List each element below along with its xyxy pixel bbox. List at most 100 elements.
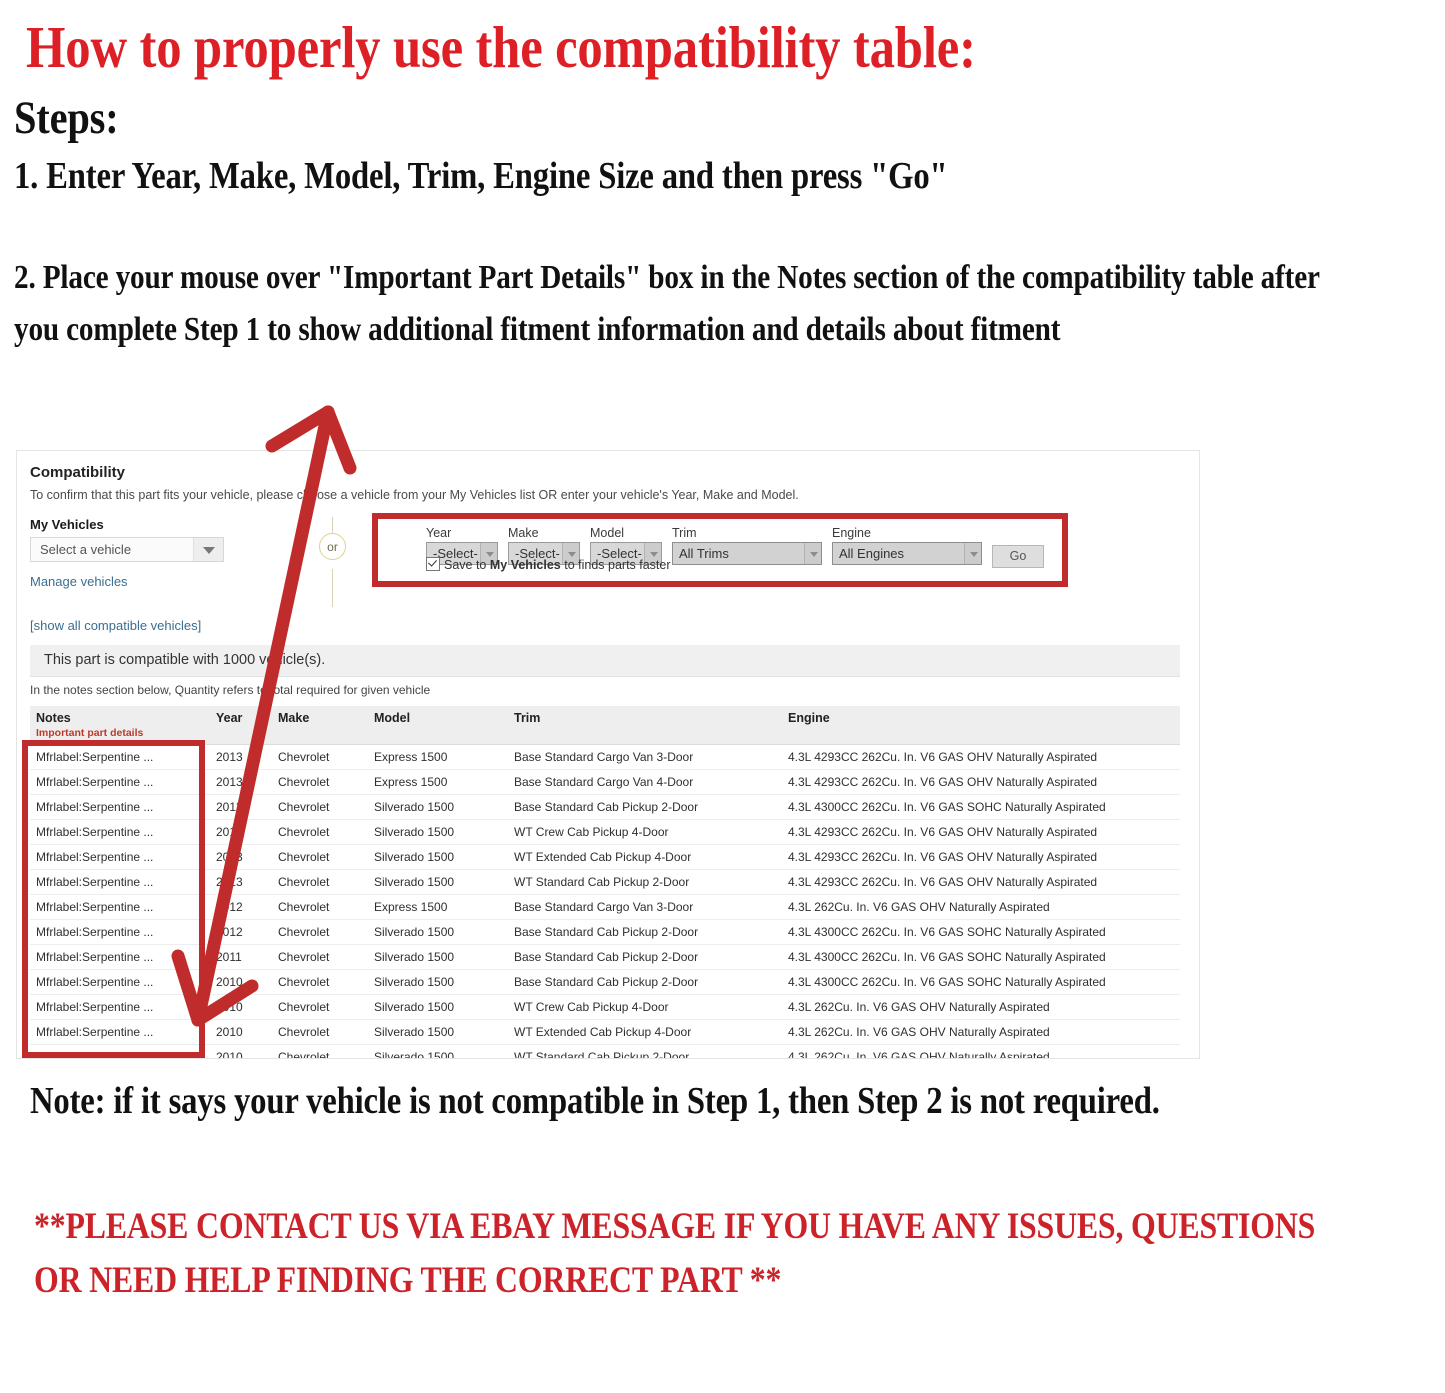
notes-cell[interactable]: Mfrlabel:Serpentine ... — [30, 944, 210, 970]
table-row: Mfrlabel:Serpentine ... 2013 Chevrolet Expr… — [30, 744, 1180, 770]
go-button[interactable]: Go — [992, 545, 1044, 568]
step-1-text: 1. Enter Year, Make, Model, Trim, Engine… — [14, 155, 948, 197]
make-cell: Chevrolet — [272, 1044, 368, 1058]
make-cell: Chevrolet — [272, 994, 368, 1020]
table-row: Mfrlabel:Serpentine ... 2010 Chevrolet Silv… — [30, 1044, 1180, 1058]
model-cell: Silverado 1500 — [368, 1019, 508, 1045]
engine-cell: 4.3L 4293CC 262Cu. In. V6 GAS OHV Natura… — [782, 869, 1180, 895]
chevron-down-icon — [804, 543, 821, 564]
model-cell: Silverado 1500 — [368, 919, 508, 945]
make-cell: Chevrolet — [272, 969, 368, 995]
engine-cell: 4.3L 4300CC 262Cu. In. V6 GAS SOHC Natur… — [782, 944, 1180, 970]
trim-field: Trim All Trims — [672, 526, 822, 565]
engine-cell: 4.3L 262Cu. In. V6 GAS OHV Naturally Asp… — [782, 994, 1180, 1020]
engine-cell: 4.3L 262Cu. In. V6 GAS OHV Naturally Asp… — [782, 894, 1180, 920]
notes-cell[interactable]: Mfrlabel:Serpentine ... — [30, 919, 210, 945]
model-cell: Silverado 1500 — [368, 1044, 508, 1058]
model-label: Model — [590, 526, 625, 540]
year-cell: 2013 — [210, 744, 272, 770]
trim-cell: WT Crew Cab Pickup 4-Door — [508, 819, 782, 845]
year-cell: 2010 — [210, 969, 272, 995]
engine-select[interactable]: All Engines — [832, 542, 982, 565]
year-cell: 2012 — [210, 919, 272, 945]
notes-cell[interactable]: Mfrlabel:Serpentine ... — [30, 819, 210, 845]
header-notes: Notes Important part details — [30, 706, 210, 745]
make-cell: Chevrolet — [272, 1019, 368, 1045]
trim-label: Trim — [672, 526, 697, 540]
year-cell: 2010 — [210, 994, 272, 1020]
notes-cell[interactable]: Mfrlabel:Serpentine ... — [30, 769, 210, 795]
table-row: Mfrlabel:Serpentine ... 2012 Chevrolet Expr… — [30, 894, 1180, 920]
save-to-my-vehicles-checkbox[interactable] — [426, 557, 440, 571]
make-cell: Chevrolet — [272, 869, 368, 895]
year-cell: 2010 — [210, 1044, 272, 1058]
save-to-my-vehicles-row[interactable]: Save to My Vehicles to finds parts faste… — [426, 557, 671, 572]
vehicle-select-dropdown[interactable]: Select a vehicle — [30, 537, 224, 562]
fitment-table: Notes Important part details Year Make M… — [30, 706, 1180, 1058]
compatibility-heading: Compatibility — [30, 464, 126, 481]
or-divider-label: or — [319, 533, 346, 560]
trim-select-value: All Trims — [679, 546, 729, 561]
compatible-count-text: This part is compatible with 1000 vehicl… — [44, 652, 326, 668]
compatible-count-banner: This part is compatible with 1000 vehicl… — [30, 645, 1180, 677]
vehicle-finder-form: Year -Select- Make -Select- Model -Selec… — [372, 513, 1068, 587]
or-divider: or — [312, 517, 354, 607]
show-all-compatible-vehicles-link[interactable]: [show all compatible vehicles] — [30, 618, 201, 633]
notes-cell[interactable]: Mfrlabel:Serpentine ... — [30, 794, 210, 820]
save-bold-text: My Vehicles — [489, 558, 561, 572]
year-cell: 2013 — [210, 794, 272, 820]
chevron-down-icon — [964, 543, 981, 564]
header-trim: Trim — [508, 706, 782, 745]
vehicle-select-value: Select a vehicle — [40, 542, 132, 557]
compatibility-panel: Compatibility To confirm that this part … — [16, 450, 1200, 1059]
year-cell: 2012 — [210, 894, 272, 920]
header-make: Make — [272, 706, 368, 745]
table-row: Mfrlabel:Serpentine ... 2010 Chevrolet Silv… — [30, 1019, 1180, 1045]
model-cell: Silverado 1500 — [368, 794, 508, 820]
notes-cell[interactable]: Mfrlabel:Serpentine ... — [30, 894, 210, 920]
trim-cell: WT Standard Cab Pickup 2-Door — [508, 1044, 782, 1058]
trim-select[interactable]: All Trims — [672, 542, 822, 565]
header-notes-sublabel: Important part details — [36, 727, 144, 739]
header-model: Model — [368, 706, 508, 745]
trim-cell: Base Standard Cargo Van 4-Door — [508, 769, 782, 795]
notes-cell[interactable]: Mfrlabel:Serpentine ... — [30, 744, 210, 770]
notes-cell[interactable]: Mfrlabel:Serpentine ... — [30, 1044, 210, 1058]
model-cell: Silverado 1500 — [368, 969, 508, 995]
table-row: Mfrlabel:Serpentine ... 2011 Chevrolet Silv… — [30, 944, 1180, 970]
engine-cell: 4.3L 4300CC 262Cu. In. V6 GAS SOHC Natur… — [782, 969, 1180, 995]
manage-vehicles-link[interactable]: Manage vehicles — [30, 574, 128, 589]
engine-cell: 4.3L 4300CC 262Cu. In. V6 GAS SOHC Natur… — [782, 794, 1180, 820]
year-cell: 2013 — [210, 869, 272, 895]
notes-cell[interactable]: Mfrlabel:Serpentine ... — [30, 994, 210, 1020]
table-header-row: Notes Important part details Year Make M… — [30, 706, 1180, 745]
model-cell: Silverado 1500 — [368, 994, 508, 1020]
trim-cell: Base Standard Cargo Van 3-Door — [508, 744, 782, 770]
trim-cell: WT Standard Cab Pickup 2-Door — [508, 869, 782, 895]
table-row: Mfrlabel:Serpentine ... 2013 Chevrolet Silv… — [30, 869, 1180, 895]
make-cell: Chevrolet — [272, 794, 368, 820]
table-row: Mfrlabel:Serpentine ... 2010 Chevrolet Silv… — [30, 969, 1180, 995]
table-row: Mfrlabel:Serpentine ... 2012 Chevrolet Silv… — [30, 919, 1180, 945]
engine-cell: 4.3L 4300CC 262Cu. In. V6 GAS SOHC Natur… — [782, 919, 1180, 945]
notes-cell[interactable]: Mfrlabel:Serpentine ... — [30, 869, 210, 895]
model-cell: Silverado 1500 — [368, 844, 508, 870]
compatibility-subtitle: To confirm that this part fits your vehi… — [30, 488, 799, 502]
trim-cell: Base Standard Cargo Van 3-Door — [508, 894, 782, 920]
steps-label: Steps: — [14, 92, 119, 144]
notes-cell[interactable]: Mfrlabel:Serpentine ... — [30, 844, 210, 870]
trim-cell: Base Standard Cab Pickup 2-Door — [508, 944, 782, 970]
notes-cell[interactable]: Mfrlabel:Serpentine ... — [30, 1019, 210, 1045]
engine-field: Engine All Engines — [832, 526, 982, 565]
make-cell: Chevrolet — [272, 744, 368, 770]
make-cell: Chevrolet — [272, 819, 368, 845]
year-cell: 2011 — [210, 944, 272, 970]
engine-cell: 4.3L 4293CC 262Cu. In. V6 GAS OHV Natura… — [782, 769, 1180, 795]
model-cell: Silverado 1500 — [368, 944, 508, 970]
save-suffix-text: to finds parts faster — [560, 558, 671, 572]
notes-cell[interactable]: Mfrlabel:Serpentine ... — [30, 969, 210, 995]
trim-cell: Base Standard Cab Pickup 2-Door — [508, 794, 782, 820]
quantity-note: In the notes section below, Quantity ref… — [30, 683, 431, 697]
engine-cell: 4.3L 4293CC 262Cu. In. V6 GAS OHV Natura… — [782, 844, 1180, 870]
engine-select-value: All Engines — [839, 546, 905, 561]
